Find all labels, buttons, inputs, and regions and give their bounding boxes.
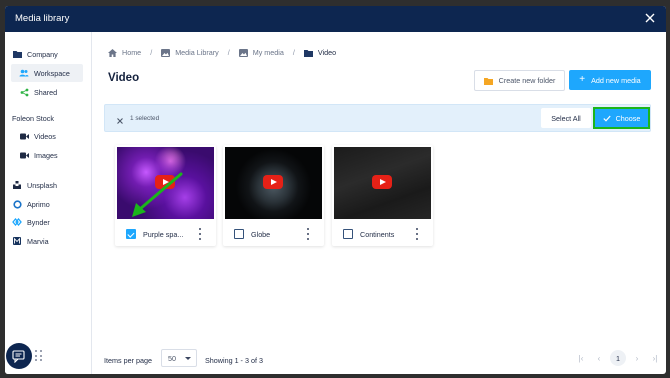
pagination-footer: Items per page 50 Showing 1 - 3 of 3 |‹ … [92,344,666,374]
breadcrumb-separator: / [150,48,153,57]
sidebar-item-label: Shared [34,87,58,97]
video-icon [19,131,29,141]
users-icon [19,68,29,78]
close-icon[interactable] [643,11,657,25]
next-page-icon[interactable]: › [628,349,646,367]
breadcrumb-label: Video [317,48,337,57]
youtube-play-icon [263,175,283,189]
prev-page-icon[interactable]: ‹ [590,349,608,367]
media-name: Purple spa... [143,230,184,239]
choose-label: Choose [615,113,641,123]
page-number[interactable]: 1 [610,350,626,366]
add-media-button[interactable]: + Add new media [569,70,651,90]
media-library-modal: Media library Company Workspace Shared F… [5,6,666,374]
items-per-page-value: 50 [168,353,176,363]
folder-icon [303,49,313,57]
breadcrumb-label: Media Library [175,48,219,57]
home-icon [108,48,117,57]
sidebar-item-label: Aprimo [27,199,50,209]
chevron-down-icon [185,357,191,360]
sidebar-item-label: Marvia [27,236,49,246]
media-checkbox[interactable] [234,229,244,239]
create-folder-button[interactable]: Create new folder [474,70,565,91]
selection-bar: 1 selected Select All Choose [104,104,651,132]
more-options-icon[interactable] [197,228,203,240]
sidebar-item-label: Bynder [27,217,50,227]
image-icon [161,48,171,57]
more-options-icon[interactable] [305,228,311,240]
breadcrumb-label: Home [122,48,142,57]
sidebar-item-shared[interactable]: Shared [11,83,83,101]
page-title: Video [108,72,140,84]
media-card[interactable]: Purple spa... [115,145,216,246]
sidebar-heading-foleon-stock: Foleon Stock [12,114,54,123]
add-media-label: Add new media [591,75,641,85]
create-folder-label: Create new folder [498,76,556,85]
clear-selection-icon[interactable] [115,113,125,124]
media-thumbnail [334,147,431,219]
sidebar-item-label: Images [34,150,58,160]
media-thumbnail [117,147,214,219]
media-name: Globe [251,230,271,239]
selected-count: 1 selected [130,115,160,122]
sidebar-item-bynder[interactable]: Bynder [12,213,50,231]
breadcrumb: Home / Media Library / My media / Video [108,48,336,57]
sidebar-item-videos[interactable]: Videos [11,127,83,145]
breadcrumb-separator: / [292,48,295,57]
breadcrumb-video: Video [303,48,337,57]
sidebar-item-unsplash[interactable]: Unsplash [12,176,57,194]
marvia-icon [12,236,22,246]
sidebar-item-label: Unsplash [27,180,57,190]
chat-icon[interactable] [6,343,32,369]
unsplash-icon [12,180,22,190]
items-per-page-label: Items per page [104,356,152,365]
media-checkbox[interactable] [126,229,136,239]
plus-icon: + [579,74,586,85]
breadcrumb-media-library[interactable]: Media Library [161,48,219,57]
modal-header: Media library [5,6,666,32]
sidebar-item-marvia[interactable]: Marvia [12,232,49,250]
breadcrumb-label: My media [252,48,284,57]
share-icon [19,87,29,97]
check-icon [602,115,611,122]
choose-button[interactable]: Choose [593,107,650,129]
folder-icon [12,49,22,59]
items-per-page-select[interactable]: 50 [161,349,197,367]
sidebar-item-label: Company [27,49,58,59]
breadcrumb-home[interactable]: Home [108,48,141,57]
media-card[interactable]: Continents [332,145,433,246]
showing-range: Showing 1 - 3 of 3 [205,356,263,365]
folder-icon [483,77,493,85]
sidebar-item-workspace[interactable]: Workspace [11,64,83,82]
sidebar-item-company[interactable]: Company [12,45,58,63]
drag-handle-icon[interactable] [35,350,43,362]
aprimo-icon [12,199,22,209]
pager: |‹ ‹ 1 › ›| [572,349,664,367]
sidebar: Company Workspace Shared Foleon Stock Vi… [5,32,92,374]
breadcrumb-separator: / [227,48,230,57]
sidebar-item-images[interactable]: Images [11,146,83,164]
select-all-button[interactable]: Select All [541,108,591,128]
youtube-play-icon [155,175,175,189]
media-name: Continents [360,230,395,239]
modal-title: Media library [15,13,70,24]
sidebar-item-label: Videos [34,131,56,141]
image-icon [238,48,248,57]
bynder-icon [12,217,22,227]
first-page-icon[interactable]: |‹ [572,349,590,367]
more-options-icon[interactable] [414,228,420,240]
sidebar-item-label: Workspace [34,68,70,78]
youtube-play-icon [372,175,392,189]
media-thumbnail [225,147,322,219]
last-page-icon[interactable]: ›| [646,349,664,367]
media-card[interactable]: Globe [223,145,324,246]
sidebar-item-aprimo[interactable]: Aprimo [12,195,50,213]
media-checkbox[interactable] [343,229,353,239]
video-icon [19,150,29,160]
breadcrumb-my-media[interactable]: My media [238,48,284,57]
main-content: Home / Media Library / My media / Video … [92,32,666,374]
